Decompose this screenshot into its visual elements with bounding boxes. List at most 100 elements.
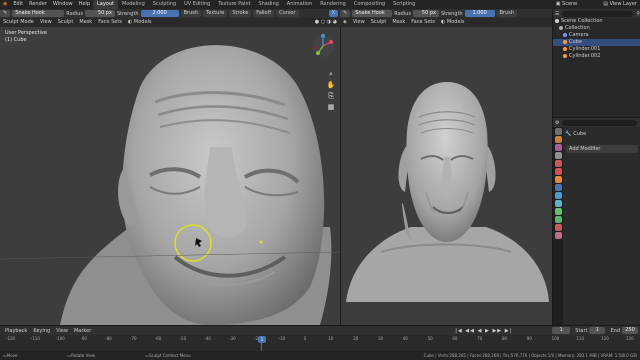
world-tab-icon[interactable]: [554, 168, 562, 175]
properties-search-input[interactable]: [562, 119, 637, 126]
scene-selector[interactable]: ▣ Scene: [553, 0, 581, 9]
stroke-menu[interactable]: Stroke: [229, 10, 252, 17]
timeline-tick-label: -10: [278, 336, 286, 341]
playback-controls[interactable]: |◀ ◀◀ ◀ ▶ ▶▶ ▶|: [455, 328, 512, 334]
view-menu-timeline[interactable]: View: [53, 328, 71, 334]
outliner-search-input[interactable]: [562, 10, 634, 17]
texture-menu[interactable]: Texture: [203, 10, 228, 17]
left-tool-settings: ✎ Snake Hook Radius 50 px Strength 2.000…: [0, 9, 340, 18]
menu-window[interactable]: Window: [50, 0, 76, 9]
tab-modeling[interactable]: Modeling: [118, 0, 149, 9]
view-layer-selector[interactable]: ▤ View Layer: [600, 0, 640, 9]
brush-name-field[interactable]: Snake Hook: [12, 10, 65, 17]
tab-scripting[interactable]: Scripting: [389, 0, 419, 9]
menu-edit[interactable]: Edit: [10, 0, 26, 9]
strength-field[interactable]: 2.000: [140, 10, 179, 17]
editor-type-icon[interactable]: ◈: [340, 18, 350, 27]
viewport-shading-solid-icon[interactable]: ● ○ ◑ ◕: [312, 18, 340, 27]
end-frame-field[interactable]: 250: [622, 327, 638, 334]
texture-tab-icon[interactable]: [554, 232, 562, 239]
scene-tab-icon[interactable]: [554, 160, 562, 167]
properties-editor-icon[interactable]: ⚙: [555, 120, 559, 126]
timeline-ruler[interactable]: -120-110-100-90-80-70-60-50-40-30-20-100…: [0, 336, 640, 350]
tab-layout[interactable]: Layout: [93, 0, 118, 9]
scene-collection-row[interactable]: Scene Collection: [553, 18, 640, 25]
brush-icon-button[interactable]: ✎: [0, 10, 11, 17]
camera-view-icon[interactable]: ⎘: [326, 91, 336, 102]
grid-icon[interactable]: ▦: [326, 102, 336, 113]
face-sets-menu-right[interactable]: Face Sets: [408, 18, 438, 27]
mode-selector[interactable]: Sculpt Mode: [0, 18, 37, 27]
render-tab-icon[interactable]: [554, 136, 562, 143]
constraints-tab-icon[interactable]: [554, 208, 562, 215]
collection-icon: [555, 18, 559, 23]
brush-menu[interactable]: Brush: [180, 10, 202, 17]
keying-menu[interactable]: Keying: [30, 328, 53, 334]
brush-name-field-right[interactable]: Snake Hook: [352, 10, 393, 17]
add-modifier-button[interactable]: Add Modifier: [566, 145, 638, 153]
tab-compositing[interactable]: Compositing: [350, 0, 389, 9]
frame-playhead[interactable]: 1: [258, 336, 266, 343]
symmetry-x-button[interactable]: X: [328, 10, 338, 17]
outliner-row-cylinder-002[interactable]: Cylinder.002: [553, 53, 640, 60]
falloff-menu[interactable]: Falloff: [253, 10, 275, 17]
material-tab-icon[interactable]: [554, 224, 562, 231]
blender-logo-icon[interactable]: ◉: [0, 0, 10, 9]
radius-field-right[interactable]: 50 px: [412, 10, 439, 17]
object-tab-icon[interactable]: [554, 176, 562, 183]
filter-icon[interactable]: ⚲: [636, 11, 640, 17]
mask-menu-right[interactable]: Mask: [389, 18, 408, 27]
data-tab-icon[interactable]: [554, 216, 562, 223]
tab-uv-editing[interactable]: UV Editing: [180, 0, 214, 9]
output-tab-icon[interactable]: [554, 144, 562, 151]
outliner-editor-icon[interactable]: ☰: [555, 11, 559, 17]
camera-icon: [563, 32, 567, 37]
properties-header: ⚙: [553, 118, 640, 127]
modifier-tab-icon[interactable]: [554, 184, 562, 191]
outliner-row-collection[interactable]: Collection: [553, 25, 640, 32]
tab-texture-paint[interactable]: Texture Paint: [214, 0, 254, 9]
tool-tab-icon[interactable]: [554, 128, 562, 135]
outliner-row-cylinder-001[interactable]: Cylinder.001: [553, 46, 640, 53]
sculpt-menu-right[interactable]: Sculpt: [368, 18, 390, 27]
outliner-row-cube[interactable]: Cube: [553, 39, 640, 46]
tab-animation[interactable]: Animation: [283, 0, 317, 9]
marker-menu[interactable]: Marker: [71, 328, 94, 334]
view-menu-right[interactable]: View: [350, 18, 368, 27]
outliner-row-camera[interactable]: Camera: [553, 32, 640, 39]
mesh-icon: [563, 39, 567, 44]
mask-menu[interactable]: Mask: [76, 18, 95, 27]
playback-menu[interactable]: Playback: [2, 328, 30, 334]
particles-tab-icon[interactable]: [554, 192, 562, 199]
pan-hand-icon[interactable]: ✋: [326, 80, 336, 91]
menu-help[interactable]: Help: [76, 0, 93, 9]
radius-field[interactable]: 50 px: [84, 10, 115, 17]
tab-shading[interactable]: Shading: [254, 0, 282, 9]
shading-selector[interactable]: ◐ Models: [125, 18, 155, 27]
brush-menu-right[interactable]: Brush: [496, 10, 518, 17]
outliner-row-label: Camera: [569, 32, 589, 38]
tab-rendering[interactable]: Rendering: [316, 0, 350, 9]
tab-sculpting[interactable]: Sculpting: [149, 0, 180, 9]
right-3d-viewport[interactable]: [340, 27, 552, 325]
strength-field-right[interactable]: 1.000: [464, 10, 495, 17]
timeline-header: Playback Keying View Marker |◀ ◀◀ ◀ ▶ ▶▶…: [0, 326, 640, 335]
outliner-panel: ☰ ⚲ Scene Collection Collection Camera C…: [552, 9, 640, 117]
start-frame-field[interactable]: 1: [589, 327, 606, 334]
face-sets-menu[interactable]: Face Sets: [95, 18, 125, 27]
cursor-menu[interactable]: Cursor: [276, 10, 299, 17]
brush-icon-button-right[interactable]: ✎: [340, 10, 351, 17]
right-viewport-header: ◈ View Sculpt Mask Face Sets ◐ Models: [340, 18, 552, 27]
physics-tab-icon[interactable]: [554, 200, 562, 207]
view-layer-tab-icon[interactable]: [554, 152, 562, 159]
sculpt-menu[interactable]: Sculpt: [55, 18, 77, 27]
viewport-nav-buttons: ⌕ ✋ ⎘ ▦: [326, 69, 336, 113]
zoom-icon[interactable]: ⌕: [326, 69, 336, 80]
view-menu[interactable]: View: [37, 18, 55, 27]
menu-render[interactable]: Render: [26, 0, 50, 9]
radius-label-right: Radius: [394, 10, 411, 17]
navigation-gizmo[interactable]: [310, 33, 336, 61]
left-3d-viewport[interactable]: User Perspective (1) Cube ⌕ ✋ ⎘ ▦: [0, 27, 340, 325]
shading-selector-right[interactable]: ◐ Models: [438, 18, 468, 27]
current-frame-field[interactable]: 1: [552, 327, 571, 334]
